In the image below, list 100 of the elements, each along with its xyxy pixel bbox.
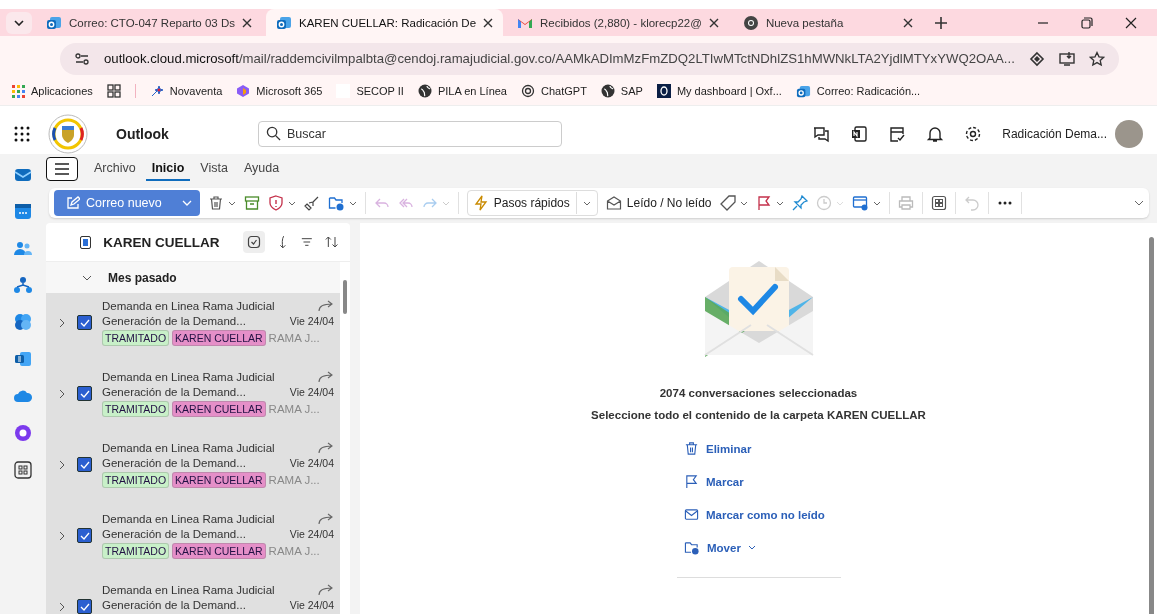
caret-icon[interactable] xyxy=(872,200,881,206)
account-name[interactable]: Radicación Dema... xyxy=(1002,127,1107,141)
browser-tab[interactable]: Nueva pestaña xyxy=(732,9,923,36)
message-checkbox[interactable] xyxy=(77,315,92,330)
action-link[interactable]: Eliminar xyxy=(684,441,825,456)
action-link[interactable]: Mover xyxy=(684,540,825,555)
tab-title: Correo: CTO-047 Reparto 03 Ds xyxy=(69,16,235,29)
caret-icon[interactable] xyxy=(287,200,296,206)
caret-icon[interactable] xyxy=(775,200,784,206)
action-link[interactable]: Marcar xyxy=(684,474,825,489)
outlook-icon xyxy=(276,14,292,31)
calendar-icon[interactable] xyxy=(13,201,33,221)
url-text: outlook.cloud.microsoft/mail/raddemcivilmpalbta@cendoj.ramajudicial.gov.co/AAMkADImMzFmZDQ2LTIwMTctNDhlZS1hMWNkLTA2YjdlMTYxYWQ2OAA... xyxy=(104,51,1015,66)
notebook-icon[interactable] xyxy=(850,125,869,143)
browser-tab[interactable]: Recibidos (2,880) - klorecp22@ xyxy=(507,9,729,36)
caret-icon[interactable] xyxy=(348,200,357,206)
close-icon[interactable] xyxy=(1125,16,1137,29)
restore-icon[interactable] xyxy=(1081,16,1093,29)
archive-icon[interactable] xyxy=(243,195,260,211)
chat-icon[interactable] xyxy=(812,125,831,143)
bookmark[interactable]: SECOP II xyxy=(336,84,404,98)
caret-icon[interactable] xyxy=(739,200,748,206)
flag-icon[interactable] xyxy=(755,195,772,211)
app-launcher-icon[interactable] xyxy=(14,126,30,142)
ribbon-tab[interactable]: Vista xyxy=(194,157,234,181)
clover-icon[interactable] xyxy=(13,312,33,332)
select-all-link[interactable]: Seleccione todo el contenido de la carpeta KAREN CUELLAR xyxy=(591,409,926,421)
loop-icon[interactable] xyxy=(13,423,33,443)
message-checkbox[interactable] xyxy=(77,599,92,614)
close-icon[interactable] xyxy=(242,17,252,28)
chevron-icon[interactable] xyxy=(82,274,92,281)
message-row[interactable]: Demanda en Linea Rama Judicial Generación de la Demand... Vie 24/04 TRAMITADO KAREN CUELLAR RAMA J... xyxy=(46,293,340,364)
trash-icon[interactable] xyxy=(207,195,224,211)
menu-button[interactable] xyxy=(46,157,78,181)
search-field[interactable]: Buscar xyxy=(258,121,562,147)
task-icon[interactable] xyxy=(888,125,907,143)
org-chart-icon[interactable] xyxy=(13,275,33,295)
read-unread-button[interactable]: Leído / No leído xyxy=(605,195,712,211)
tab-search-button[interactable] xyxy=(6,11,32,34)
tag-icon[interactable] xyxy=(719,195,736,211)
chevron-right-icon[interactable] xyxy=(59,602,65,612)
chevron-right-icon[interactable] xyxy=(59,389,65,399)
close-icon[interactable] xyxy=(902,17,913,28)
install-icon[interactable] xyxy=(1058,50,1075,67)
diamond-icon[interactable] xyxy=(1028,50,1045,67)
message-checkbox[interactable] xyxy=(77,528,92,543)
ribbon-tab[interactable]: Archivo xyxy=(88,157,142,181)
group-header[interactable]: Mes pasado xyxy=(46,262,340,293)
message-row[interactable]: Demanda en Linea Rama Judicial Generación de la Demand... Vie 24/04 TRAMITADO KAREN CUELLAR RAMA J... xyxy=(46,435,340,506)
shield-icon[interactable] xyxy=(267,195,284,211)
chevron-right-icon[interactable] xyxy=(59,318,65,328)
close-icon[interactable] xyxy=(708,17,719,28)
settings-icon[interactable] xyxy=(964,125,983,143)
browser-tab[interactable]: KAREN CUELLAR: Radicación De xyxy=(266,9,504,36)
bookmark[interactable]: SAP xyxy=(600,84,643,98)
bell-icon[interactable] xyxy=(926,125,945,143)
bookmark[interactable]: PILA en Línea xyxy=(417,84,507,98)
exchange-icon[interactable] xyxy=(13,349,33,369)
pin-icon[interactable] xyxy=(791,195,808,211)
more-icon[interactable] xyxy=(996,201,1013,205)
message-row[interactable]: Demanda en Linea Rama Judicial Generación de la Demand... Vie 24/04 TRAMITADO KAREN CUELLAR RAMA J... xyxy=(46,364,340,435)
message-checkbox[interactable] xyxy=(77,457,92,472)
select-all-checkbox[interactable] xyxy=(80,235,92,249)
site-settings-icon[interactable] xyxy=(74,50,90,67)
message-row[interactable]: Demanda en Linea Rama Judicial Generación de la Demand... Vie 24/04 TRAMITADO KAREN CUELLAR RAMA J... xyxy=(46,506,340,577)
message-checkbox[interactable] xyxy=(77,386,92,401)
sort-icon[interactable] xyxy=(324,234,338,250)
action-link[interactable]: Marcar como no leído xyxy=(684,507,825,522)
new-mail-button[interactable]: Correo nuevo xyxy=(54,190,200,216)
star-icon[interactable] xyxy=(1088,50,1105,67)
bookmark[interactable]: Microsoft 365 xyxy=(236,84,323,98)
close-icon[interactable] xyxy=(483,17,494,28)
bookmark[interactable]: Aplicaciones xyxy=(12,84,93,98)
caret-icon[interactable] xyxy=(582,200,591,206)
caret-icon[interactable] xyxy=(227,200,236,206)
quick-steps-button[interactable]: Pasos rápidos xyxy=(466,190,598,216)
ribbon-tab[interactable]: Inicio xyxy=(145,157,191,181)
new-tab-icon[interactable] xyxy=(934,16,947,29)
address-bar[interactable]: outlook.cloud.microsoft/mail/raddemcivilmpalbta@cendoj.ramajudicial.gov.co/AAMkADImMzFmZDQ2LTIwMTctNDhlZS1hMWNkLTA2YjdlMTYxYWQ2OAA... xyxy=(60,42,1119,75)
expand-icon[interactable] xyxy=(1134,200,1144,206)
move-folder-icon[interactable] xyxy=(327,195,345,211)
chevron-right-icon[interactable] xyxy=(59,531,65,541)
bookmark[interactable]: My dashboard | Oxf... xyxy=(656,84,782,98)
message-subject: Generación de la Demand... xyxy=(102,599,246,611)
message-sender: Demanda en Linea Rama Judicial xyxy=(102,584,275,596)
selection-mode-button[interactable] xyxy=(243,231,266,253)
browser-tab[interactable]: Correo: CTO-047 Reparto 03 Ds xyxy=(36,9,262,36)
broom-icon[interactable] xyxy=(303,195,320,211)
apps-icon[interactable] xyxy=(930,195,947,211)
filter-icon[interactable] xyxy=(301,236,313,248)
more-apps-icon[interactable] xyxy=(13,460,33,480)
grid-icon[interactable] xyxy=(106,84,121,98)
chevron-right-icon[interactable] xyxy=(59,460,65,470)
rules-icon[interactable] xyxy=(851,195,869,211)
ribbon-tab[interactable]: Ayuda xyxy=(237,157,286,181)
bookmark[interactable]: ChatGPT xyxy=(521,84,587,98)
bookmark[interactable]: Novaventa xyxy=(149,84,223,98)
bookmark[interactable]: Correo: Radicación... xyxy=(795,83,921,99)
account-avatar[interactable] xyxy=(1115,120,1143,148)
message-row[interactable]: Demanda en Linea Rama Judicial Generación de la Demand... Vie 24/04 xyxy=(46,577,340,614)
